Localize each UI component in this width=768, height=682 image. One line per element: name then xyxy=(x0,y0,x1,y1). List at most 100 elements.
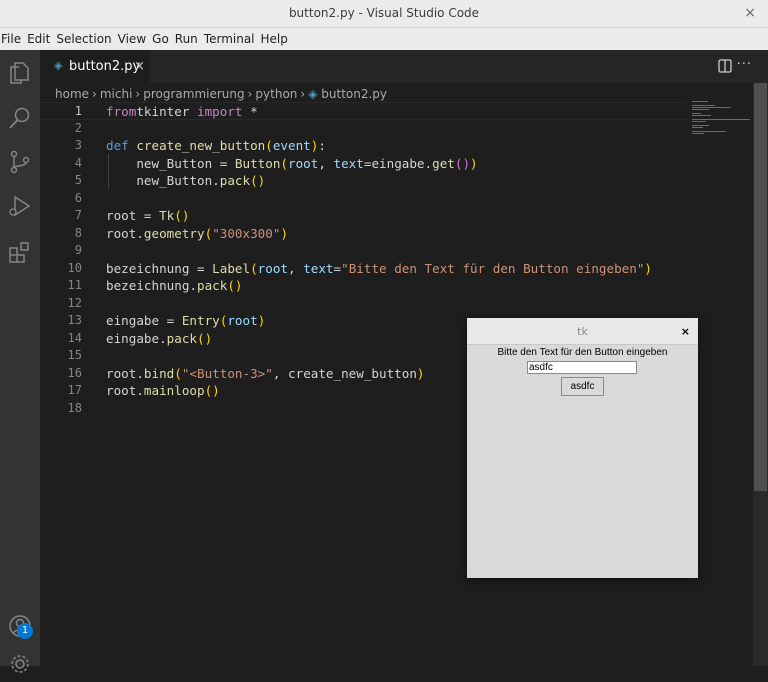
line-number: 11 xyxy=(67,278,82,292)
code-text[interactable]: root.bind("<Button-3>", create_new_butto… xyxy=(106,365,425,383)
line-number: 5 xyxy=(74,173,82,187)
line-number: 6 xyxy=(74,190,82,205)
code-text[interactable]: def create_new_button(event): xyxy=(106,137,326,155)
line-number: 7 xyxy=(74,208,82,222)
minimap-line xyxy=(692,127,704,128)
breadcrumb-michi[interactable]: michi xyxy=(100,87,133,101)
source-control-icon[interactable] xyxy=(6,148,34,176)
tk-entry[interactable]: asdfc xyxy=(527,361,637,374)
chevron-right-icon: › xyxy=(92,87,97,101)
settings-gear-icon[interactable] xyxy=(6,650,34,678)
activity-bar xyxy=(0,50,40,673)
menu-go[interactable]: Go xyxy=(149,28,172,50)
minimap-line xyxy=(692,131,726,132)
line-number: 2 xyxy=(74,120,82,135)
minimap-line xyxy=(692,113,701,114)
line-number: 4 xyxy=(74,155,82,170)
minimap-line xyxy=(692,115,712,116)
menu-file[interactable]: File xyxy=(0,28,24,50)
minimap-line xyxy=(692,119,750,120)
breadcrumb: home › michi › programmierung › python › ◈ butto… xyxy=(40,83,686,102)
breadcrumb-python[interactable]: python xyxy=(255,87,297,101)
code-text[interactable]: bezeichnung = Label(root, text="Bitte de… xyxy=(106,260,652,278)
line-number: 13 xyxy=(67,313,82,327)
breadcrumb-programmierung[interactable]: programmierung xyxy=(143,87,244,101)
line-number: 9 xyxy=(74,243,82,257)
breadcrumb-file[interactable]: button2.py xyxy=(321,87,387,101)
menu-bar: File Edit Selection View Go Run Terminal Help xyxy=(0,28,768,50)
code-line[interactable]: 5 new_Button.pack() xyxy=(40,172,686,190)
code-text[interactable]: eingabe.pack() xyxy=(106,330,212,348)
menu-selection[interactable]: Selection xyxy=(53,28,114,50)
line-number: 12 xyxy=(67,295,82,310)
code-text[interactable]: bezeichnung.pack() xyxy=(106,277,243,295)
code-text[interactable]: eingabe = Entry(root) xyxy=(106,312,265,330)
scrollbar-thumb[interactable] xyxy=(754,83,767,491)
window-titlebar: button2.py - Visual Studio Code × xyxy=(0,0,768,28)
tk-window: tk × Bitte den Text für den Button einge… xyxy=(467,318,698,578)
line-number: 15 xyxy=(67,348,82,362)
run-debug-icon[interactable] xyxy=(6,192,34,220)
tk-titlebar: tk × xyxy=(467,318,698,345)
code-line[interactable]: 9 xyxy=(40,242,686,260)
minimap-line xyxy=(692,105,716,106)
extensions-icon[interactable] xyxy=(6,238,34,266)
window-close-button[interactable]: × xyxy=(744,0,756,27)
code-text[interactable]: new_Button = Button(root, text=eingabe.g… xyxy=(106,155,477,173)
minimap-line xyxy=(692,107,732,108)
line-number: 3 xyxy=(74,138,82,152)
menu-terminal[interactable]: Terminal xyxy=(201,28,258,50)
menu-edit[interactable]: Edit xyxy=(24,28,53,50)
minimap-line xyxy=(692,125,709,126)
line-number: 8 xyxy=(74,225,82,240)
window-title: button2.py - Visual Studio Code xyxy=(288,6,480,20)
code-text[interactable]: root.geometry("300x300") xyxy=(106,225,288,243)
code-line[interactable]: 2 xyxy=(40,120,686,138)
tab-button2-py[interactable]: ◈ button2.py × xyxy=(40,50,150,83)
minimap-line xyxy=(692,109,709,110)
search-icon[interactable] xyxy=(6,104,34,132)
code-line[interactable]: 10 bezeichnung = Label(root, text="Bitte … xyxy=(40,260,686,278)
tab-close-button[interactable]: × xyxy=(134,50,145,83)
code-line[interactable]: 12 xyxy=(40,295,686,313)
line-number: 17 xyxy=(67,383,82,397)
code-line[interactable]: 11 bezeichnung.pack() xyxy=(40,277,686,295)
tk-close-button[interactable]: × xyxy=(681,318,690,345)
minimap-line xyxy=(692,133,704,134)
code-text[interactable]: root.mainloop() xyxy=(106,382,220,400)
code-text[interactable]: new_Button.pack() xyxy=(106,172,265,190)
tk-created-button[interactable]: asdfc xyxy=(561,377,604,396)
code-text[interactable]: root = Tk() xyxy=(106,207,189,225)
line-number: 16 xyxy=(67,365,82,380)
chevron-right-icon: › xyxy=(300,87,306,101)
tk-label: Bitte den Text für den Button eingeben xyxy=(497,347,668,358)
breadcrumb-home[interactable]: home xyxy=(55,87,89,101)
code-line[interactable]: 6 xyxy=(40,190,686,208)
code-line[interactable]: 7 root = Tk() xyxy=(40,207,686,225)
menu-help[interactable]: Help xyxy=(258,28,291,50)
code-line[interactable]: 8 root.geometry("300x300") xyxy=(40,225,686,243)
code-line[interactable]: 3 def create_new_button(event): xyxy=(40,137,686,155)
menu-view[interactable]: View xyxy=(115,28,149,50)
tk-title: tk xyxy=(577,325,588,338)
split-editor-icon[interactable] xyxy=(718,58,732,73)
code-line[interactable]: 4 new_Button = Button(root, text=eingabe… xyxy=(40,155,686,173)
line-number: 14 xyxy=(67,330,82,345)
code-line[interactable]: 1 fromtkinter import * xyxy=(40,102,686,120)
line-number: 18 xyxy=(67,400,82,415)
tab-bar: ◈ button2.py × ··· xyxy=(40,50,768,83)
account-badge: 1 xyxy=(17,623,33,639)
line-number: 1 xyxy=(74,104,82,118)
more-actions-button[interactable]: ··· xyxy=(737,50,752,80)
code-text[interactable]: fromtkinter import * xyxy=(106,103,258,121)
python-file-icon: ◈ xyxy=(54,59,63,72)
menu-run[interactable]: Run xyxy=(172,28,201,50)
tab-label: button2.py xyxy=(69,59,141,74)
minimap-line xyxy=(692,121,707,122)
line-number: 10 xyxy=(67,260,82,275)
python-file-icon: ◈ xyxy=(308,87,322,101)
vertical-scrollbar[interactable] xyxy=(753,83,768,666)
explorer-icon[interactable] xyxy=(6,58,34,86)
minimap-line xyxy=(692,101,708,102)
chevron-right-icon: › xyxy=(135,87,141,101)
